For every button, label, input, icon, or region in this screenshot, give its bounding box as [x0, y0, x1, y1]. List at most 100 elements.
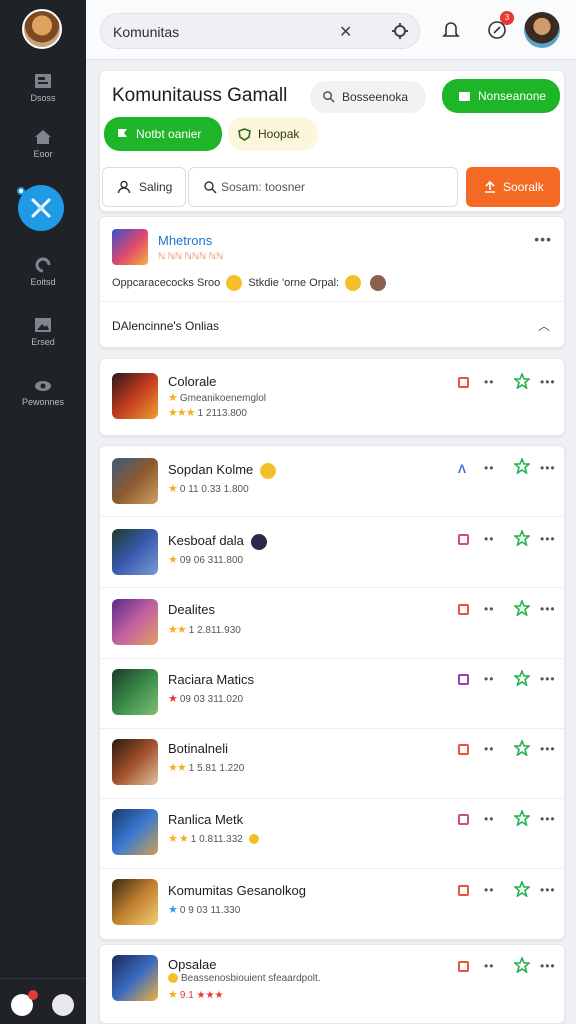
tag-icon[interactable] — [458, 814, 469, 825]
options-icon[interactable]: •• — [484, 375, 494, 389]
star-outline-icon[interactable] — [514, 740, 530, 756]
star-outline-icon[interactable] — [514, 530, 530, 546]
more-options-icon[interactable]: ••• — [540, 602, 556, 616]
meta-text: 1 0.811.332 — [190, 834, 243, 845]
search-icon — [323, 91, 335, 103]
sidebar-item-eoisst[interactable] — [17, 185, 64, 231]
community-card[interactable]: Colorale ★ Gmeanikoenemglol ★★★ 1 2113.800… — [99, 358, 565, 436]
tag-icon[interactable] — [458, 534, 469, 545]
game-name[interactable]: Opsalae — [168, 957, 216, 972]
star-outline-icon[interactable] — [514, 373, 530, 389]
more-options-icon[interactable]: ••• — [540, 461, 556, 475]
chat-icon[interactable] — [11, 990, 38, 1016]
game-name[interactable]: Komumitas Gesanolkog — [168, 883, 306, 898]
sidebar-item-label: Eoitsd — [30, 277, 56, 287]
community-card[interactable]: Opsalae Beassenosbiouient sfeaardpolt. ★… — [99, 944, 565, 1024]
featured-community[interactable]: Mhetrons ℕ ℕℕ ℕℕℕ ℕℕ ••• Oppcaracecocks … — [99, 216, 565, 348]
featured-name[interactable]: Mhetrons — [158, 233, 212, 248]
meta-text: 1 5.81 1.220 — [188, 763, 245, 774]
tag-icon[interactable] — [458, 744, 469, 755]
options-icon[interactable]: •• — [484, 812, 494, 826]
game-meta: ★★ 1 5.81 1.220 — [168, 761, 244, 774]
sidebar-item-ersed[interactable]: Ersed — [0, 317, 86, 347]
game-thumbnail — [112, 739, 158, 785]
user-avatar[interactable] — [524, 12, 560, 48]
settings-icon[interactable] — [52, 994, 74, 1016]
sidebar-item-eoitsd[interactable]: Eoitsd — [0, 257, 86, 287]
sort-dropdown[interactable]: Saling — [102, 167, 186, 207]
stars: ★ — [168, 554, 178, 566]
rating-text: Gmeanikoenemglol — [179, 393, 267, 404]
featured-thumbnail — [112, 229, 148, 265]
game-name[interactable]: Sopdan Kolme — [168, 462, 279, 479]
more-options-icon[interactable]: ••• — [540, 672, 556, 686]
game-name[interactable]: Raciara Matics — [168, 672, 254, 687]
meta-text: 09 03 311.020 — [179, 694, 244, 705]
arrow-up-icon[interactable]: Λ — [458, 462, 466, 476]
sidebar-item-eoor[interactable]: Eoor — [0, 129, 86, 159]
meta-text: 1 2113.800 — [197, 408, 247, 419]
notifications-button[interactable]: 3 — [486, 11, 514, 41]
options-icon[interactable]: •• — [484, 461, 494, 475]
create-button[interactable]: Nonseanone — [442, 79, 560, 113]
community-search-input[interactable]: Sosam: toosner — [188, 167, 458, 207]
upload-icon — [485, 180, 495, 193]
options-icon[interactable]: •• — [484, 532, 494, 546]
tag-icon[interactable] — [458, 674, 469, 685]
sidebar-item-label: Dsoss — [30, 93, 56, 103]
game-rating-text: Beassenosbiouient sfeaardpolt. — [168, 973, 321, 984]
shield-button[interactable]: Hoopak — [228, 117, 318, 151]
filter-icon[interactable] — [391, 22, 409, 40]
options-icon[interactable]: •• — [484, 672, 494, 686]
more-options-icon[interactable]: ••• — [540, 532, 556, 546]
star-outline-icon[interactable] — [514, 670, 530, 686]
game-thumbnail — [112, 599, 158, 645]
browse-button[interactable]: Bosseenoka — [310, 81, 426, 113]
options-icon[interactable]: •• — [484, 959, 494, 973]
stars: ★ — [168, 483, 178, 495]
game-name[interactable]: Colorale — [168, 374, 216, 389]
clear-search-icon[interactable]: ✕ — [339, 22, 352, 42]
star-outline-icon[interactable] — [514, 600, 530, 616]
star-outline-icon[interactable] — [514, 458, 530, 474]
meta-text: 0 9 03 11.330 — [179, 905, 241, 916]
star-outline-icon[interactable] — [514, 957, 530, 973]
tag-icon[interactable] — [458, 377, 469, 388]
star-outline-icon[interactable] — [514, 881, 530, 897]
tag-icon[interactable] — [458, 885, 469, 896]
browse-label: Bosseenoka — [342, 90, 409, 104]
bell-icon[interactable] — [442, 20, 460, 40]
join-button[interactable]: Notbt oanier — [104, 117, 222, 151]
game-name[interactable]: Kesboaf dala — [168, 533, 270, 550]
stars: ★★ — [168, 762, 187, 774]
sidebar-item-pewonnes[interactable]: Pewonnes — [0, 377, 86, 407]
sidebar-item-dsoss[interactable]: Dsoss — [0, 73, 86, 103]
profile-avatar[interactable] — [22, 9, 62, 49]
more-options-icon[interactable]: ••• — [540, 812, 556, 826]
section-title: DAlencinne's Onlias — [112, 319, 220, 333]
options-icon[interactable]: •• — [484, 883, 494, 897]
tag-icon[interactable] — [458, 604, 469, 615]
more-options-icon[interactable]: ••• — [540, 883, 556, 897]
game-name[interactable]: Ranlica Metk — [168, 812, 243, 827]
search-input[interactable]: Komunitas ✕ — [100, 13, 420, 49]
search-action-button[interactable]: Sooralk — [466, 167, 560, 207]
options-icon[interactable]: •• — [484, 742, 494, 756]
meta-text: 09 06 311.800 — [179, 555, 244, 566]
message-icon — [459, 92, 470, 101]
game-name[interactable]: Dealites — [168, 602, 215, 617]
image-icon — [35, 74, 51, 88]
more-options-icon[interactable]: ••• — [534, 231, 552, 247]
chevron-up-icon[interactable]: ︿ — [538, 317, 550, 334]
game-meta: ★ 0 9 03 11.330 — [168, 903, 240, 916]
more-options-icon[interactable]: ••• — [540, 742, 556, 756]
star-outline-icon[interactable] — [514, 810, 530, 826]
game-name[interactable]: Botinalneli — [168, 741, 228, 756]
tag-icon[interactable] — [458, 961, 469, 972]
divider — [100, 868, 564, 869]
options-icon[interactable]: •• — [484, 602, 494, 616]
more-options-icon[interactable]: ••• — [540, 959, 556, 973]
game-thumbnail — [112, 373, 158, 419]
divider — [100, 728, 564, 729]
more-options-icon[interactable]: ••• — [540, 375, 556, 389]
